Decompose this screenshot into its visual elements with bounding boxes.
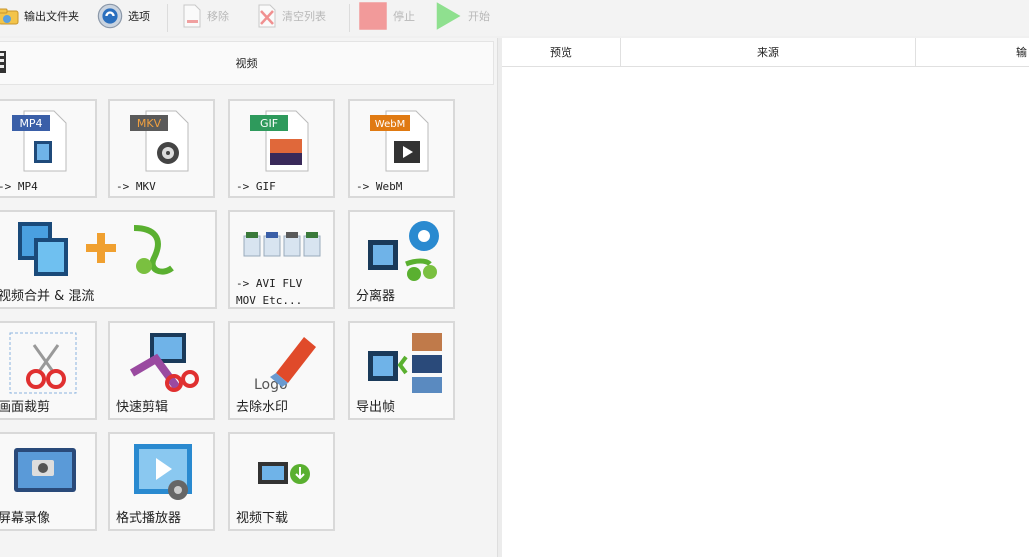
- to-webm-tile[interactable]: WebM -> WebM: [348, 99, 455, 198]
- video-download-icon: [258, 462, 310, 484]
- folder-icon: [0, 8, 19, 25]
- quick-cut-tile[interactable]: 快速剪辑: [108, 321, 215, 420]
- quick-cut-label: 快速剪辑: [116, 400, 169, 415]
- svg-text:WebM: WebM: [375, 119, 405, 130]
- to-avi-flv-label-line1: -> AVI FLV: [236, 277, 303, 290]
- start-button[interactable]: 开始: [432, 2, 490, 30]
- remove-file-icon: [183, 4, 201, 28]
- options-button[interactable]: 选项: [96, 2, 150, 30]
- remove-button[interactable]: 移除: [181, 2, 229, 30]
- splitter-label: 分离器: [356, 289, 396, 304]
- remove-watermark-tile[interactable]: Logo 去除水印: [228, 321, 335, 420]
- merge-icon: [18, 222, 174, 276]
- mkv-file-icon: MKV: [130, 110, 189, 172]
- crop-tile[interactable]: 画面裁剪: [0, 321, 97, 420]
- column-header-output[interactable]: 输: [916, 38, 1029, 67]
- eraser-icon: Logo: [254, 337, 316, 393]
- video-download-label: 视频下载: [236, 511, 289, 526]
- start-label: 开始: [468, 10, 490, 23]
- to-avi-flv-label-line2: MOV Etc...: [236, 294, 303, 307]
- crop-label: 画面裁剪: [0, 400, 51, 415]
- stop-label: 停止: [393, 10, 415, 23]
- conversion-panel: 视频 MP4 -> MP4 MKV -> MKV GIF -> GIF WebM…: [0, 38, 497, 557]
- toolbar: 输出文件夹 选项 移除 清空列表 停止 开始: [0, 0, 1029, 36]
- svg-text:GIF: GIF: [260, 117, 278, 130]
- clear-list-button[interactable]: 清空列表: [256, 2, 326, 30]
- to-webm-label: -> WebM: [356, 180, 403, 193]
- export-frames-icon: [368, 333, 442, 393]
- to-gif-tile[interactable]: GIF -> GIF: [228, 99, 335, 198]
- video-download-tile[interactable]: 视频下载: [228, 432, 335, 531]
- to-gif-label: -> GIF: [236, 180, 276, 193]
- remove-watermark-label: 去除水印: [236, 400, 289, 415]
- to-mkv-label: -> MKV: [116, 180, 156, 193]
- mp4-file-icon: MP4: [12, 110, 67, 172]
- format-player-tile[interactable]: 格式播放器: [108, 432, 215, 531]
- screen-record-tile[interactable]: 屏幕录像: [0, 432, 97, 531]
- clear-list-icon: [258, 4, 276, 28]
- gif-file-icon: GIF: [250, 110, 309, 172]
- toolbar-separator: [349, 4, 350, 32]
- webm-file-icon: WebM: [370, 110, 429, 172]
- stop-button[interactable]: 停止: [357, 2, 415, 30]
- splitter-tile[interactable]: 分离器: [348, 210, 455, 309]
- to-mp4-label: -> MP4: [0, 180, 38, 193]
- svg-text:MP4: MP4: [19, 117, 42, 130]
- category-title: 视频: [235, 57, 258, 70]
- toolbar-separator: [167, 4, 168, 32]
- task-list: 预览 来源 输: [502, 38, 1029, 557]
- export-frames-label: 导出帧: [356, 400, 396, 415]
- merge-mux-tile[interactable]: 视频合并 & 混流: [0, 210, 217, 309]
- format-player-label: 格式播放器: [116, 511, 182, 526]
- clear-list-label: 清空列表: [282, 10, 326, 23]
- svg-text:MKV: MKV: [137, 117, 162, 130]
- stop-icon: [359, 2, 387, 30]
- screen-record-label: 屏幕录像: [0, 511, 51, 526]
- remove-label: 移除: [207, 10, 229, 23]
- splitter-icon: [368, 221, 439, 281]
- screen-recorder-icon: [14, 448, 76, 492]
- player-icon: [134, 444, 192, 500]
- output-folder-label: 输出文件夹: [24, 10, 79, 23]
- merge-mux-label: 视频合并 & 混流: [0, 289, 95, 304]
- to-mp4-tile[interactable]: MP4 -> MP4: [0, 99, 97, 198]
- column-header-source[interactable]: 来源: [621, 38, 916, 67]
- crop-scissors-icon: [9, 332, 77, 394]
- gear-icon: [97, 3, 123, 29]
- output-folder-button[interactable]: 输出文件夹: [0, 2, 79, 30]
- to-avi-flv-mov-tile[interactable]: -> AVI FLV MOV Etc...: [228, 210, 335, 309]
- play-icon: [436, 2, 461, 30]
- column-header-preview[interactable]: 预览: [502, 38, 621, 67]
- category-header-video[interactable]: 视频: [0, 41, 494, 85]
- multi-format-icon: [243, 232, 321, 257]
- quick-cut-icon: [129, 333, 199, 392]
- export-frames-tile[interactable]: 导出帧: [348, 321, 455, 420]
- options-label: 选项: [128, 10, 150, 23]
- to-mkv-tile[interactable]: MKV -> MKV: [108, 99, 215, 198]
